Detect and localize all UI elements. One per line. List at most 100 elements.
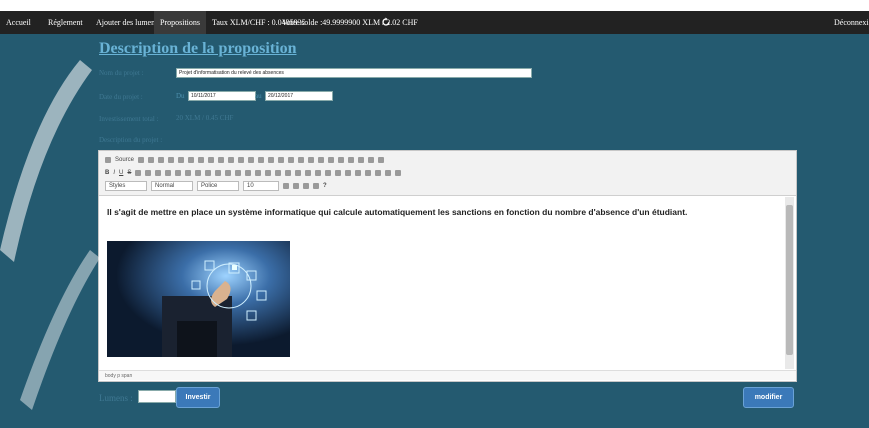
justify-icon[interactable]	[255, 169, 262, 176]
align-center-icon[interactable]	[235, 169, 242, 176]
form-icon[interactable]	[298, 156, 305, 163]
maximize-icon[interactable]	[303, 182, 309, 189]
preview-icon[interactable]	[158, 156, 165, 163]
image-button-icon[interactable]	[368, 156, 375, 163]
blockquote-icon[interactable]	[205, 169, 212, 176]
paste-text-icon[interactable]	[218, 156, 225, 163]
date-to-field[interactable]: 20/12/2017	[265, 91, 333, 101]
nav-propositions[interactable]: Propositions	[154, 11, 207, 34]
spellcheck-icon[interactable]	[288, 156, 295, 163]
image-icon[interactable]	[325, 169, 332, 176]
new-page-icon[interactable]	[148, 156, 155, 163]
format-select[interactable]: Normal	[151, 180, 193, 191]
templates-icon[interactable]	[178, 156, 185, 163]
checkbox-icon[interactable]	[308, 156, 315, 163]
nav-accueil[interactable]: Accueil	[6, 11, 31, 34]
top-navbar: Accueil Réglement Ajouter des lumens Pro…	[0, 11, 869, 34]
align-right-icon[interactable]	[245, 169, 252, 176]
horizontal-rule-icon[interactable]	[355, 169, 362, 176]
find-icon[interactable]	[258, 156, 265, 163]
description-label: Description du projet :	[99, 136, 163, 144]
rtl-icon[interactable]	[275, 169, 282, 176]
description-editor[interactable]: Source B I U S Styles Normal Police 10 ?…	[98, 150, 797, 382]
paste-word-icon[interactable]	[228, 156, 235, 163]
undo-icon[interactable]	[238, 156, 245, 163]
lumens-input[interactable]	[138, 390, 176, 403]
refresh-icon[interactable]	[381, 17, 391, 27]
editor-scrollbar-thumb[interactable]	[786, 205, 793, 355]
superscript-icon[interactable]	[145, 169, 152, 176]
investment-value: 20 XLM / 0.45 CHF	[176, 114, 234, 122]
technology-hand-image	[107, 241, 290, 357]
styles-select[interactable]: Styles	[105, 180, 147, 191]
strike-icon[interactable]: S	[127, 170, 131, 176]
hidden-field-icon[interactable]	[378, 156, 385, 163]
div-icon[interactable]	[215, 169, 222, 176]
date-from-label: Du	[176, 92, 185, 100]
paste-icon[interactable]	[208, 156, 215, 163]
font-select[interactable]: Police	[197, 180, 239, 191]
main-panel: Description de la proposition Nom du pro…	[0, 34, 869, 428]
replace-icon[interactable]	[268, 156, 275, 163]
align-left-icon[interactable]	[225, 169, 232, 176]
text-color-icon[interactable]	[283, 182, 289, 189]
nav-reglement[interactable]: Réglement	[48, 11, 83, 34]
bold-icon[interactable]: B	[105, 170, 109, 176]
italic-icon[interactable]: I	[113, 170, 115, 176]
numbered-list-icon[interactable]	[165, 169, 172, 176]
iframe-icon[interactable]	[395, 169, 402, 176]
special-char-icon[interactable]	[375, 169, 382, 176]
cut-icon[interactable]	[188, 156, 195, 163]
editor-element-path: body p span	[99, 370, 796, 380]
select-field-icon[interactable]	[348, 156, 355, 163]
editor-scrollbar[interactable]	[785, 197, 794, 369]
unlink-icon[interactable]	[305, 169, 312, 176]
underline-icon[interactable]: U	[119, 170, 123, 176]
print-icon[interactable]	[168, 156, 175, 163]
ltr-icon[interactable]	[265, 169, 272, 176]
radio-icon[interactable]	[318, 156, 325, 163]
logout-link[interactable]: Déconnexion	[834, 11, 869, 34]
page-break-icon[interactable]	[385, 169, 392, 176]
bullet-list-icon[interactable]	[175, 169, 182, 176]
balance-text: Votre solde :49.9999900 XLM / 2.02 CHF	[282, 18, 418, 27]
flash-icon[interactable]	[335, 169, 342, 176]
toolbar-row-2: B I U S	[105, 167, 402, 178]
textfield-icon[interactable]	[328, 156, 335, 163]
size-select[interactable]: 10	[243, 180, 279, 191]
project-name-label: Nom du projet :	[99, 69, 144, 77]
page-title: Description de la proposition	[99, 40, 297, 57]
smiley-icon[interactable]	[365, 169, 372, 176]
invest-button[interactable]: Investir	[176, 387, 220, 408]
subscript-icon[interactable]	[135, 169, 142, 176]
language-icon[interactable]	[285, 169, 292, 176]
outdent-icon[interactable]	[185, 169, 192, 176]
investment-label: Investissement total :	[99, 115, 159, 123]
remove-format-icon[interactable]	[155, 169, 162, 176]
project-date-label: Date du projet :	[99, 93, 143, 101]
show-blocks-icon[interactable]	[313, 182, 319, 189]
button-icon[interactable]	[358, 156, 365, 163]
redo-icon[interactable]	[248, 156, 255, 163]
save-icon[interactable]	[138, 156, 145, 163]
textarea-icon[interactable]	[338, 156, 345, 163]
toolbar-row-3: Styles Normal Police 10 ?	[105, 180, 327, 191]
link-icon[interactable]	[295, 169, 302, 176]
source-icon[interactable]	[105, 156, 111, 163]
table-icon[interactable]	[345, 169, 352, 176]
indent-icon[interactable]	[195, 169, 202, 176]
date-from-field[interactable]: 10/11/2017	[188, 91, 256, 101]
nav-ajouter-lumens[interactable]: Ajouter des lumens	[96, 11, 158, 34]
bg-color-icon[interactable]	[293, 182, 299, 189]
editor-toolbar: Source B I U S Styles Normal Police 10 ?	[99, 151, 796, 196]
anchor-icon[interactable]	[315, 169, 322, 176]
lumens-label: Lumens :	[99, 393, 133, 403]
source-button[interactable]: Source	[115, 157, 134, 163]
copy-icon[interactable]	[198, 156, 205, 163]
modify-button[interactable]: modifier	[743, 387, 794, 408]
toolbar-row-1: Source	[105, 154, 385, 165]
project-name-field[interactable]: Projet d'informatisation du relevé des a…	[176, 68, 532, 78]
date-to-label: au	[255, 92, 262, 100]
select-all-icon[interactable]	[278, 156, 285, 163]
help-icon[interactable]: ?	[323, 183, 327, 189]
